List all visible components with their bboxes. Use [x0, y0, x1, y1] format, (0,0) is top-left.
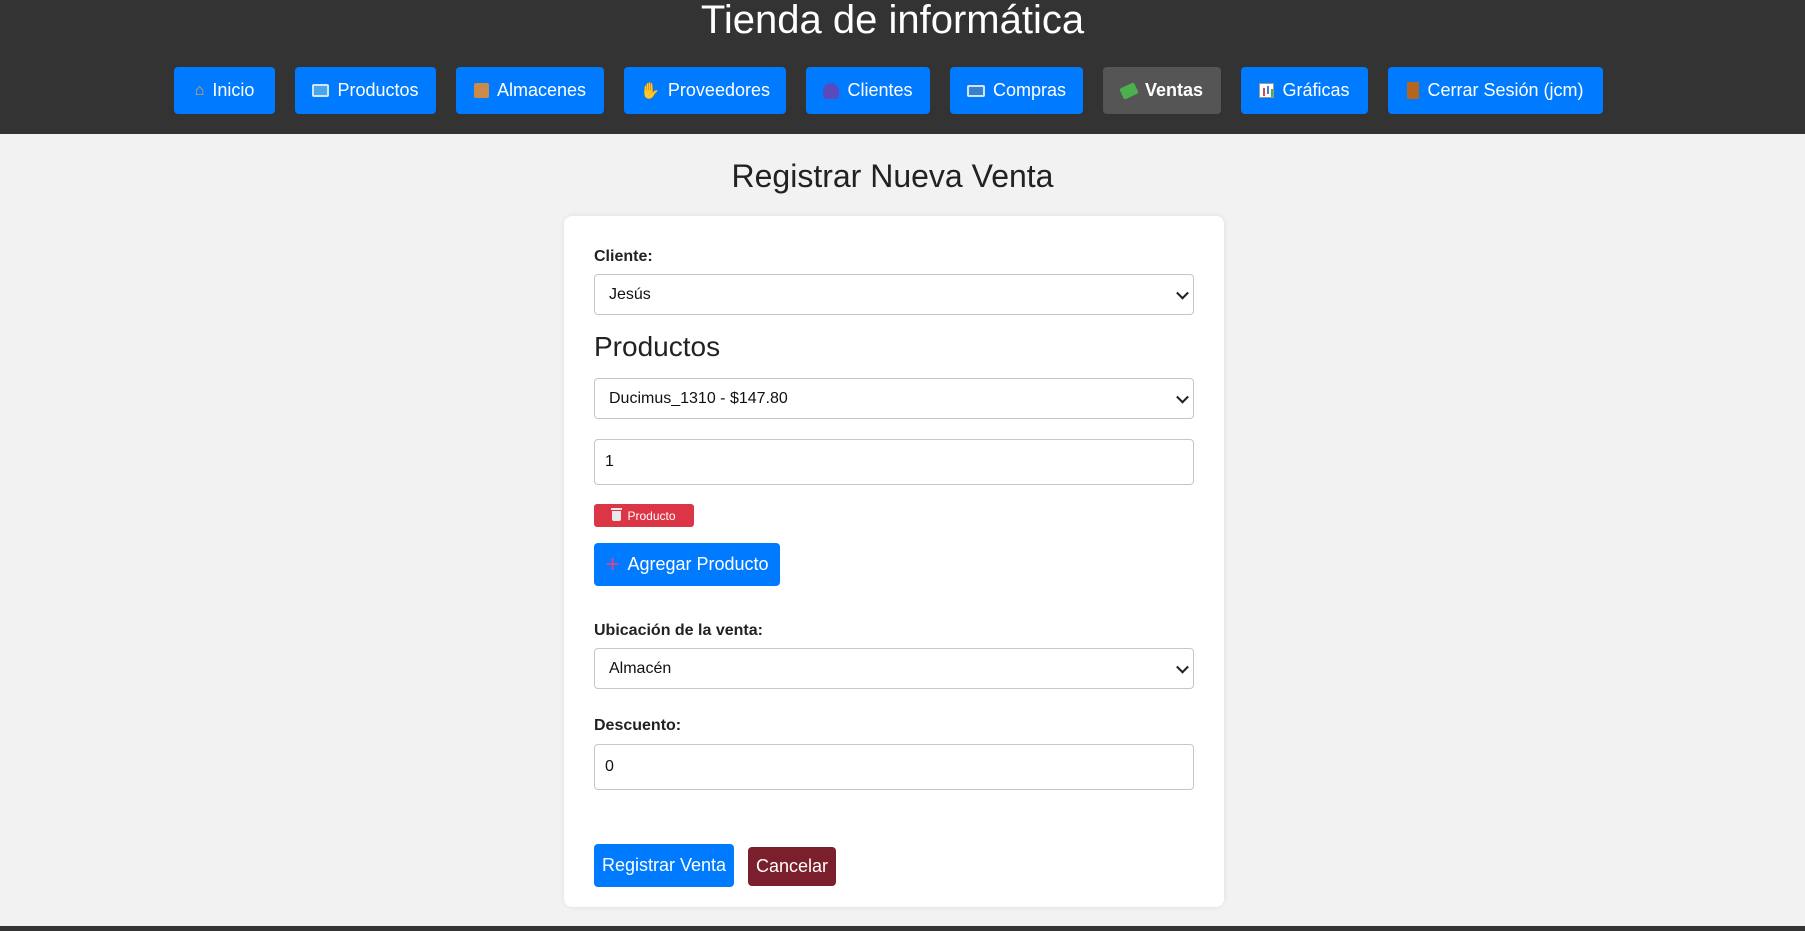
plus-icon: +: [605, 550, 620, 578]
house-icon: [195, 82, 205, 100]
nav-graficas-button[interactable]: Gráficas: [1241, 67, 1368, 114]
descuento-label: Descuento:: [594, 717, 682, 734]
nav-ventas-label: Ventas: [1144, 80, 1204, 100]
ubicacion-label: Ubicación de la venta:: [594, 622, 763, 639]
chart-icon: [1259, 83, 1275, 98]
nav-proveedores-button[interactable]: Proveedores: [624, 67, 786, 114]
nav-logout-button[interactable]: Cerrar Sesión (jcm): [1388, 67, 1603, 114]
money-icon: [1119, 81, 1139, 100]
nav-almacenes-label: Almacenes: [496, 80, 587, 100]
user-icon: [823, 82, 840, 99]
main-nav: Inicio Productos Almacenes Proveedores C…: [0, 67, 1805, 115]
nav-clientes-label: Clientes: [847, 80, 913, 100]
nav-ventas-button[interactable]: Ventas: [1103, 67, 1221, 114]
chevron-down-icon: [1176, 660, 1189, 674]
ubicacion-select-value: Almacén: [609, 659, 672, 677]
chevron-down-icon: [1176, 390, 1189, 404]
nav-inicio-button[interactable]: Inicio: [174, 67, 275, 114]
remove-product-label: Producto: [627, 508, 676, 523]
add-product-label: Agregar Producto: [627, 554, 769, 574]
nav-almacenes-button[interactable]: Almacenes: [456, 67, 604, 114]
nav-logout-label: Cerrar Sesión (jcm): [1427, 80, 1584, 100]
ubicacion-select[interactable]: Almacén: [594, 648, 1194, 689]
handshake-icon: [640, 81, 660, 101]
descuento-input-value: 0: [605, 758, 614, 775]
nav-productos-label: Productos: [337, 80, 419, 100]
page-title: Registrar Nueva Venta: [731, 158, 1054, 194]
nav-compras-label: Compras: [992, 80, 1067, 100]
add-product-button[interactable]: + Agregar Producto: [594, 543, 780, 586]
nav-productos-button[interactable]: Productos: [295, 67, 436, 114]
footer-bar: [0, 926, 1805, 931]
keyboard-icon: [966, 84, 985, 97]
nav-graficas-label: Gráficas: [1282, 80, 1350, 100]
cliente-select[interactable]: Jesús: [594, 274, 1194, 315]
site-title: Tienda de informática: [700, 0, 1085, 42]
cliente-label: Cliente:: [594, 248, 653, 265]
productos-section-title: Productos: [594, 331, 721, 362]
nav-inicio-label: Inicio: [212, 80, 255, 100]
producto-select-value: Ducimus_1310 - $147.80: [609, 389, 788, 407]
package-icon: [473, 83, 489, 98]
register-sale-button[interactable]: Registrar Venta: [594, 844, 734, 887]
cantidad-input-value: 1: [605, 453, 614, 470]
trash-icon: [611, 507, 623, 521]
producto-select[interactable]: Ducimus_1310 - $147.80: [594, 378, 1194, 419]
nav-clientes-button[interactable]: Clientes: [806, 67, 930, 114]
nav-compras-button[interactable]: Compras: [950, 67, 1083, 114]
cliente-select-value: Jesús: [609, 285, 651, 303]
monitor-icon: [312, 84, 330, 97]
cantidad-input[interactable]: 1: [594, 439, 1194, 485]
cancel-button[interactable]: Cancelar: [748, 847, 836, 886]
door-icon: [1407, 82, 1420, 99]
site-header: Tienda de informática Inicio Productos A…: [0, 0, 1805, 134]
nav-proveedores-label: Proveedores: [667, 80, 770, 100]
remove-product-button[interactable]: Producto: [594, 504, 694, 527]
chevron-down-icon: [1176, 286, 1189, 300]
descuento-input[interactable]: 0: [594, 744, 1194, 790]
sale-form-card: Cliente: Jesús Productos Ducimus_1310 - …: [564, 216, 1224, 907]
